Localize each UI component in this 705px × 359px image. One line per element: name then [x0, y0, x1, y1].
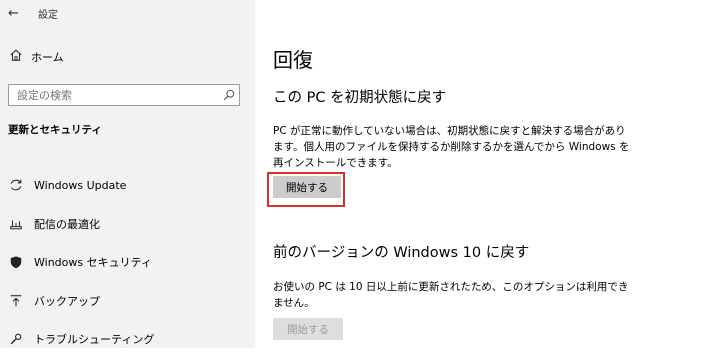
sidebar-item-label: バックアップ: [34, 294, 100, 308]
sidebar: ← 設定 ホーム 更新とセキュリティ Windows Update 配信の最適化: [0, 0, 255, 348]
sidebar-item-windows-update[interactable]: Windows Update: [0, 166, 255, 205]
search-icon[interactable]: [219, 89, 239, 101]
page-title: 回復: [273, 48, 313, 72]
wrench-icon: [8, 331, 24, 347]
sidebar-item-backup[interactable]: バックアップ: [0, 282, 255, 321]
back-arrow-icon[interactable]: ←: [8, 6, 28, 21]
home-label: ホーム: [31, 50, 64, 64]
reset-pc-heading: この PC を初期状態に戻す: [273, 90, 447, 106]
sidebar-item-label: Windows Update: [34, 178, 127, 192]
sidebar-nav: Windows Update 配信の最適化 Windows セキュリティ バック…: [0, 166, 255, 359]
reset-pc-description: PC が正常に動作していない場合は、初期状態に戻すと解決する場合があります。個人…: [273, 125, 630, 169]
go-back-description: お使いの PC は 10 日以上前に更新されたため、このオプションは利用できませ…: [273, 281, 629, 309]
delivery-optimization-icon: [8, 216, 24, 232]
section-heading: 更新とセキュリティ: [8, 124, 102, 136]
sidebar-item-home[interactable]: ホーム: [9, 47, 64, 66]
sidebar-item-label: トラブルシューティング: [34, 333, 155, 347]
sidebar-item-windows-security[interactable]: Windows セキュリティ: [0, 243, 255, 282]
sidebar-item-delivery-optimization[interactable]: 配信の最適化: [0, 205, 255, 244]
go-back-heading: 前のバージョンの Windows 10 に戻す: [273, 245, 530, 261]
sync-icon: [8, 177, 24, 193]
go-back-get-started-button: 開始する: [273, 318, 343, 340]
home-icon: [9, 47, 23, 66]
app-title: 設定: [38, 9, 58, 21]
backup-arrow-icon: [8, 293, 24, 309]
sidebar-item-label: Windows セキュリティ: [34, 256, 152, 270]
shield-icon: [8, 254, 24, 270]
sidebar-item-label: 配信の最適化: [34, 217, 100, 231]
sidebar-item-troubleshoot[interactable]: トラブルシューティング: [0, 320, 255, 359]
search-input[interactable]: [9, 85, 219, 105]
highlight-box: [267, 172, 345, 207]
title-bar: ← 設定: [8, 4, 58, 22]
search-box[interactable]: [8, 84, 240, 106]
